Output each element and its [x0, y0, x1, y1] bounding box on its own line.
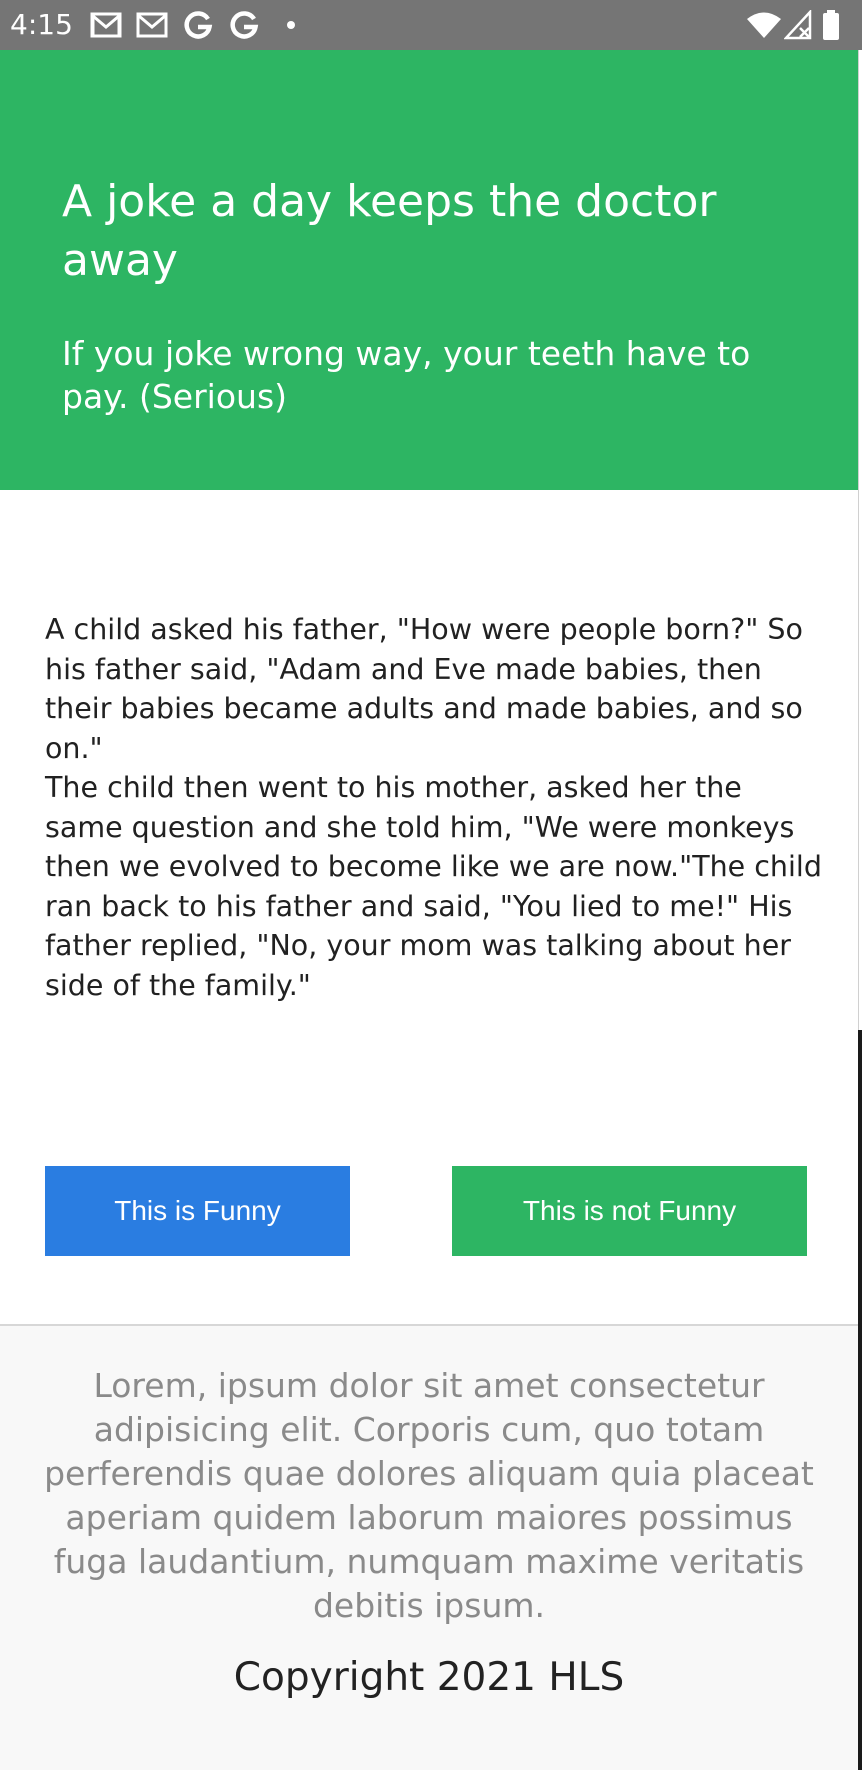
wifi-icon — [747, 12, 781, 38]
page-edge — [858, 50, 862, 1030]
battery-icon — [823, 10, 839, 40]
not-funny-button[interactable]: This is not Funny — [452, 1166, 807, 1256]
page-subtitle: If you joke wrong way, your teeth have t… — [62, 334, 751, 416]
funny-button[interactable]: This is Funny — [45, 1166, 350, 1256]
copyright-text: Copyright 2021 HLS — [233, 1655, 625, 1700]
phone-screen: 4:15 A joke a day keeps the doctor away … — [0, 0, 862, 1770]
joke-text: A child asked his father, "How were peop… — [45, 613, 822, 1002]
gmail-icon — [90, 12, 122, 38]
status-bar: 4:15 — [0, 0, 862, 50]
google-icon — [230, 11, 259, 39]
google-icon — [184, 11, 213, 39]
status-time: 4:15 — [10, 8, 73, 41]
cell-signal-icon — [784, 10, 812, 40]
footer: Lorem, ipsum dolor sit amet consectetur … — [0, 1324, 858, 1770]
notification-dot-icon — [287, 21, 295, 29]
footer-text: Lorem, ipsum dolor sit amet consectetur … — [44, 1366, 814, 1625]
gmail-icon — [136, 12, 168, 38]
hero-banner: A joke a day keeps the doctor away If yo… — [0, 50, 858, 490]
app-page: A joke a day keeps the doctor away If yo… — [0, 50, 858, 1770]
page-title: A joke a day keeps the doctor away — [62, 176, 717, 286]
